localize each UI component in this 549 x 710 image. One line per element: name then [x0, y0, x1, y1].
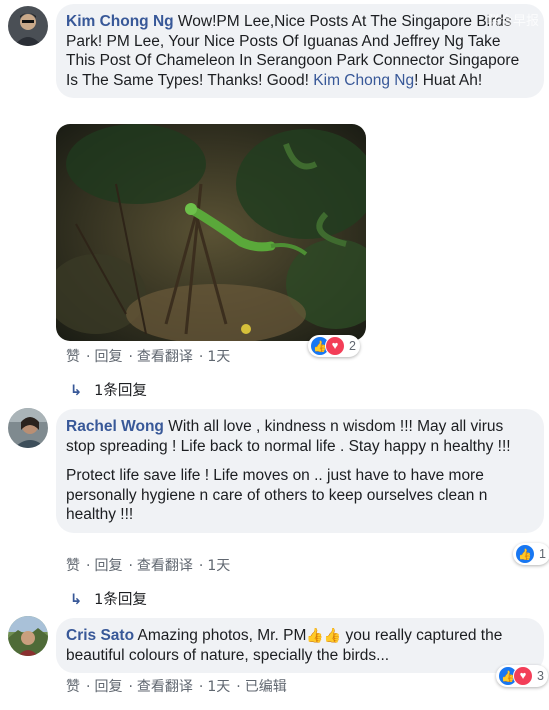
reaction-count: 1: [539, 547, 546, 561]
love-reaction-icon: ♥: [325, 336, 345, 356]
love-reaction-icon: ♥: [513, 666, 533, 686]
replies-count-label[interactable]: 1条回复: [94, 383, 147, 399]
comment-bubble: Kim Chong Ng Wow!PM Lee,Nice Posts At Th…: [56, 4, 544, 98]
reply-link[interactable]: 回复: [94, 679, 122, 695]
watermark: 联合早报: [486, 13, 539, 28]
comment-photo-iguana[interactable]: [56, 124, 366, 341]
reaction-summary[interactable]: 👍 ♥ 3: [496, 665, 548, 687]
thumbs-up-emoji-icon: 👍: [323, 627, 342, 643]
comment-bubble: Rachel Wong With all love , kindness n w…: [56, 409, 544, 533]
author-name[interactable]: Rachel Wong: [66, 418, 164, 435]
reaction-count: 2: [349, 339, 356, 353]
mention-link[interactable]: Kim Chong Ng: [313, 72, 414, 89]
translate-link[interactable]: 查看翻译: [137, 679, 193, 695]
avatar[interactable]: [8, 6, 48, 46]
translate-link[interactable]: 查看翻译: [137, 349, 193, 365]
like-link[interactable]: 赞: [66, 679, 80, 695]
comment-actions: 赞 · 回复 · 查看翻译 · 1天 · 已编辑: [66, 679, 287, 695]
timestamp[interactable]: 1天: [207, 349, 230, 365]
view-replies[interactable]: ↳ 1条回复: [70, 588, 147, 609]
avatar[interactable]: [8, 616, 48, 656]
edited-label: 已编辑: [244, 679, 287, 695]
timestamp[interactable]: 1天: [207, 679, 230, 695]
comment-bubble: Cris Sato Amazing photos, Mr. PM👍👍 you r…: [56, 618, 544, 673]
comment-text: Amazing photos, Mr. PM: [134, 627, 307, 644]
like-reaction-icon: 👍: [515, 544, 535, 564]
translate-link[interactable]: 查看翻译: [137, 558, 193, 574]
comment-actions: 赞 · 回复 · 查看翻译 · 1天: [66, 349, 231, 365]
reply-arrow-icon: ↳: [70, 383, 83, 399]
author-name[interactable]: Kim Chong Ng: [66, 13, 174, 30]
comment-text-paragraph-2: Protect life save life ! Life moves on .…: [66, 467, 488, 523]
reaction-count: 3: [537, 669, 544, 683]
reply-link[interactable]: 回复: [94, 349, 122, 365]
comment-text-end: ! Huat Ah!: [414, 71, 483, 89]
comment-actions: 赞 · 回复 · 查看翻译 · 1天: [66, 558, 231, 574]
thumbs-up-emoji-icon: 👍: [306, 627, 324, 643]
reaction-summary[interactable]: 👍 1: [513, 543, 549, 565]
reaction-summary[interactable]: 👍 ♥ 2: [308, 335, 360, 357]
reply-link[interactable]: 回复: [94, 558, 122, 574]
like-link[interactable]: 赞: [66, 558, 80, 574]
avatar[interactable]: [8, 408, 48, 448]
author-name[interactable]: Cris Sato: [66, 627, 134, 644]
replies-count-label[interactable]: 1条回复: [94, 592, 147, 608]
reply-arrow-icon: ↳: [70, 592, 83, 608]
like-link[interactable]: 赞: [66, 349, 80, 365]
timestamp[interactable]: 1天: [207, 558, 230, 574]
view-replies[interactable]: ↳ 1条回复: [70, 379, 147, 400]
